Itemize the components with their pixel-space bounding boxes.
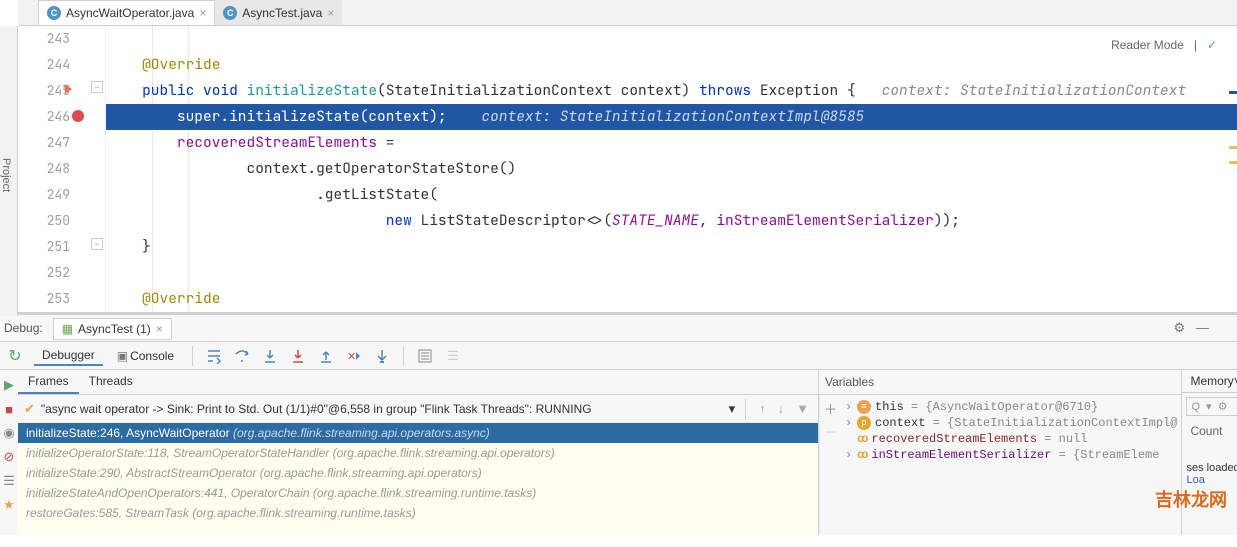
force-step-into-icon[interactable]: [287, 345, 309, 367]
memory-count-header: Count: [1182, 420, 1237, 442]
gear-icon[interactable]: ⚙: [1218, 400, 1228, 413]
view-breakpoints-icon[interactable]: ◉: [0, 424, 18, 442]
java-class-icon: C: [47, 6, 61, 20]
line-gutter[interactable]: 243 244 245 246 247 248 249 250 251 252 …: [18, 26, 88, 312]
object-icon: ≡: [857, 400, 871, 414]
search-icon: Q: [1191, 401, 1200, 413]
method-override-icon[interactable]: [65, 84, 72, 94]
current-execution-line: super.initializeState(context); context:…: [106, 104, 1237, 130]
step-out-icon[interactable]: [315, 345, 337, 367]
svg-text:✕: ✕: [347, 351, 356, 363]
fold-toggle-icon[interactable]: −: [91, 238, 103, 250]
java-class-icon: C: [223, 6, 237, 20]
chevron-down-icon[interactable]: ▾: [729, 401, 736, 417]
frames-list[interactable]: initializeState:246, AsyncWaitOperator (…: [18, 423, 818, 535]
tab-asynctest[interactable]: C AsyncTest.java ×: [215, 0, 342, 25]
fold-toggle-icon[interactable]: −: [91, 81, 103, 93]
console-icon: ▣: [117, 349, 128, 363]
debug-tool-window: Debug: ▦ AsyncTest (1) × ⚙ — ↻ Debugger …: [0, 312, 1237, 535]
debug-side-toolbar: ▶ ■ ◉ ⊘ ☰ ★: [0, 370, 18, 535]
next-frame-icon[interactable]: ↓: [775, 401, 788, 416]
frames-tab[interactable]: Frames: [18, 370, 79, 394]
variable-row[interactable]: oorecoveredStreamElements = null: [845, 431, 1177, 447]
code-editor[interactable]: 243 244 245 246 247 248 249 250 251 252 …: [18, 26, 1237, 312]
variable-row[interactable]: ›ooinStreamElementSerializer = {StreamEl…: [845, 447, 1177, 463]
evaluate-expression-icon[interactable]: [414, 345, 436, 367]
fold-column[interactable]: − −: [88, 26, 106, 312]
add-watch-icon[interactable]: ＋: [824, 399, 837, 418]
gear-icon[interactable]: ⚙ —: [1174, 320, 1210, 336]
load-classes-link[interactable]: Loa: [1186, 474, 1204, 486]
drop-frame-icon[interactable]: ✕: [343, 345, 365, 367]
debugger-tab[interactable]: Debugger: [34, 346, 103, 366]
remove-watch-icon[interactable]: －: [824, 422, 837, 441]
trace-current-stream-icon: ☰: [442, 345, 464, 367]
thread-selector[interactable]: ✔ "async wait operator -> Sink: Print to…: [18, 395, 818, 423]
prev-frame-icon[interactable]: ↑: [756, 401, 769, 416]
variables-label: Variables: [825, 375, 874, 389]
stack-frame[interactable]: initializeStateAndOpenOperators:441, Ope…: [18, 483, 818, 503]
debug-label: Debug:: [4, 321, 43, 335]
step-into-icon[interactable]: [259, 345, 281, 367]
check-icon: ✔: [24, 401, 35, 417]
memory-view: Memory˅ Q▾⚙ Count ses loaded. Loa: [1181, 370, 1237, 535]
left-tool-strip[interactable]: Project: [0, 26, 18, 316]
stack-frame[interactable]: initializeState:246, AsyncWaitOperator (…: [18, 423, 818, 443]
field-icon: oo: [857, 448, 865, 462]
show-execution-point-icon[interactable]: [203, 345, 225, 367]
tab-label: AsyncTest.java: [242, 6, 322, 20]
threads-tab[interactable]: Threads: [79, 370, 143, 394]
mute-breakpoints-icon[interactable]: ⊘: [0, 448, 18, 466]
field-icon: oo: [857, 432, 865, 446]
close-icon[interactable]: ×: [199, 6, 206, 20]
tab-asyncwaitoperator[interactable]: C AsyncWaitOperator.java ×: [38, 0, 215, 25]
filter-icon[interactable]: ▼: [793, 401, 812, 416]
tool-project[interactable]: Project: [0, 158, 12, 192]
pin-icon[interactable]: ★: [0, 496, 18, 514]
debug-session-tab[interactable]: ▦ AsyncTest (1) ×: [53, 318, 172, 340]
memory-status: ses loaded.: [1186, 462, 1237, 474]
parameter-icon: p: [857, 416, 871, 430]
breakpoint-icon[interactable]: [72, 110, 84, 122]
stack-frame[interactable]: initializeState:290, AbstractStreamOpera…: [18, 463, 818, 483]
stack-frame[interactable]: restoreGates:585, StreamTask (org.apache…: [18, 503, 818, 523]
resume-icon[interactable]: ▶: [0, 376, 18, 394]
rerun-icon[interactable]: ↻: [8, 346, 21, 366]
memory-label: Memory: [1190, 374, 1233, 388]
memory-search[interactable]: Q▾⚙: [1186, 397, 1237, 416]
error-stripe[interactable]: [1227, 26, 1237, 312]
variable-row[interactable]: ›≡this = {AsyncWaitOperator@6710}: [845, 399, 1177, 415]
variable-row[interactable]: ›pcontext = {StateInitializationContextI…: [845, 415, 1177, 431]
run-to-cursor-icon[interactable]: [371, 345, 393, 367]
stack-frame[interactable]: initializeOperatorState:118, StreamOpera…: [18, 443, 818, 463]
application-icon: ▦: [62, 322, 73, 336]
close-icon[interactable]: ×: [327, 6, 334, 20]
close-icon[interactable]: ×: [156, 322, 163, 336]
code-area[interactable]: @Override public void initializeState(St…: [106, 26, 1237, 312]
editor-tabs: C AsyncWaitOperator.java × C AsyncTest.j…: [18, 0, 1237, 26]
settings-icon[interactable]: ☰: [0, 472, 18, 490]
tab-label: AsyncWaitOperator.java: [66, 6, 194, 20]
step-over-icon[interactable]: [231, 345, 253, 367]
stop-icon[interactable]: ■: [0, 400, 18, 418]
console-tab[interactable]: ▣Console: [109, 347, 182, 365]
variables-tree[interactable]: ›≡this = {AsyncWaitOperator@6710} ›pcont…: [841, 395, 1181, 535]
